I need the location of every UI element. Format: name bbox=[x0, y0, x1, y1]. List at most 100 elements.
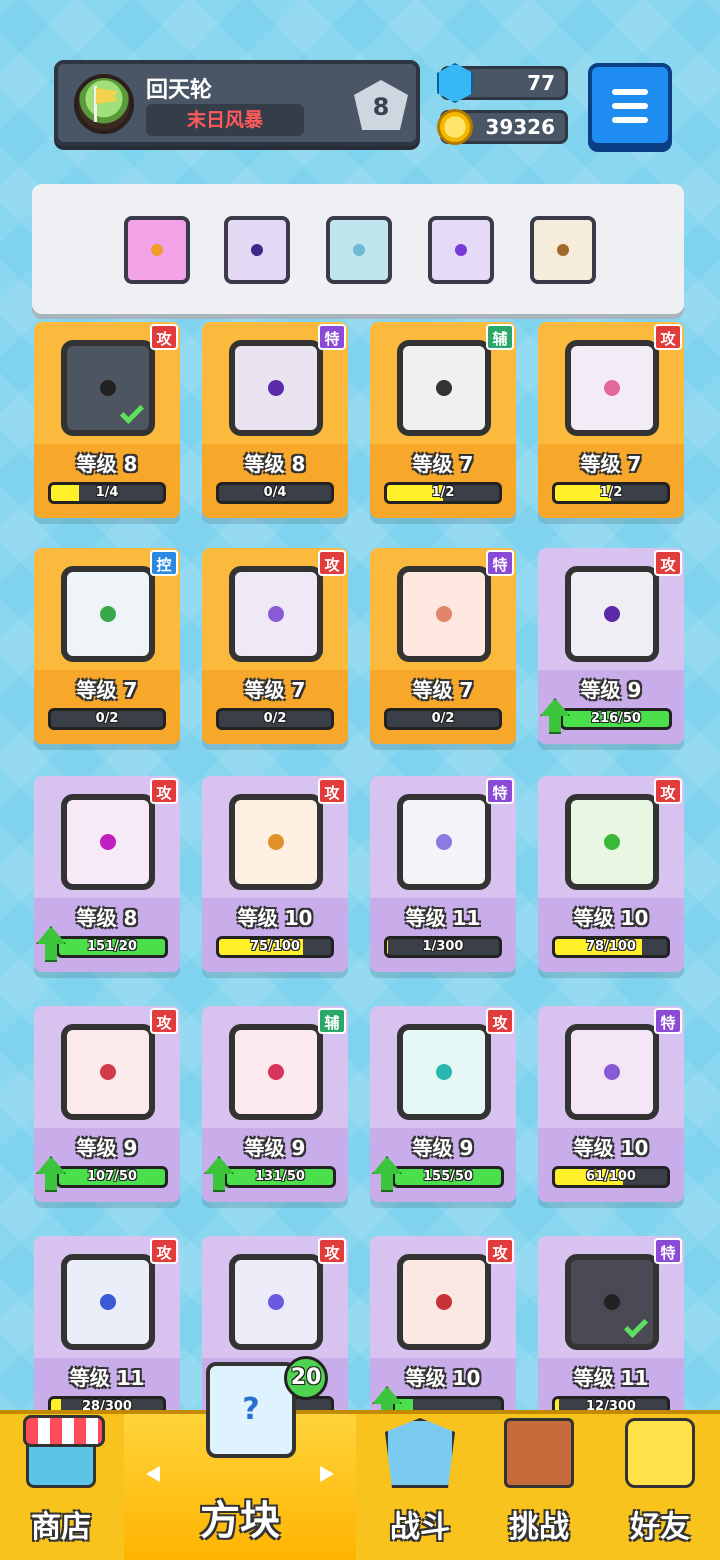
progress-text: 107/50 bbox=[87, 1169, 137, 1184]
pip-icon bbox=[251, 244, 263, 256]
progress-bar: 78/100 bbox=[552, 936, 670, 958]
energy-dice-icon[interactable] bbox=[428, 216, 494, 284]
progress-text: 1/300 bbox=[422, 939, 464, 954]
level-label: 等级 8 bbox=[76, 906, 138, 930]
dice-card[interactable]: 攻等级 7 0/2 bbox=[202, 548, 348, 744]
dice-card[interactable]: 攻等级 11 28/300 bbox=[34, 1236, 180, 1412]
dice-card[interactable]: 攻等级 10 78/100 bbox=[538, 776, 684, 972]
mystery-cube-icon[interactable]: ? bbox=[206, 1362, 296, 1458]
type-tag: 攻 bbox=[318, 1238, 346, 1264]
progress-bar: 0/4 bbox=[216, 482, 334, 504]
prev-arrow-icon[interactable] bbox=[146, 1466, 160, 1482]
dice-card[interactable]: 攻等级 7 1/2 bbox=[538, 322, 684, 518]
dice-card[interactable]: 特等级 7 0/2 bbox=[370, 548, 516, 744]
menu-button[interactable] bbox=[588, 63, 672, 147]
progress-bar: 0/2 bbox=[216, 708, 334, 730]
dice-art-icon bbox=[565, 1254, 659, 1350]
nav-battle[interactable]: 战斗 bbox=[360, 1414, 480, 1560]
progress-text: 61/100 bbox=[586, 1169, 636, 1184]
pip-icon bbox=[604, 834, 620, 850]
bottom-nav: 商店 方块 战斗 挑战 好友 bbox=[0, 1410, 720, 1560]
coin-counter[interactable]: 39326 bbox=[437, 109, 568, 145]
gem-icon bbox=[437, 63, 473, 103]
level-label: 等级 11 bbox=[573, 1366, 649, 1390]
progress-bar: 1/2 bbox=[384, 482, 502, 504]
nav-challenge[interactable]: 挑战 bbox=[480, 1414, 598, 1560]
progress-text: 151/20 bbox=[87, 939, 137, 954]
crack-dice-icon[interactable] bbox=[224, 216, 290, 284]
next-arrow-icon[interactable] bbox=[320, 1466, 334, 1482]
nav-friends-label: 好友 bbox=[630, 1510, 690, 1545]
level-label: 等级 10 bbox=[573, 1136, 649, 1160]
progress-bar: 75/100 bbox=[216, 936, 334, 958]
dice-card[interactable]: 特等级 11 1/300 bbox=[370, 776, 516, 972]
gem-count: 77 bbox=[527, 71, 555, 95]
pip-icon bbox=[604, 606, 620, 622]
dice-card[interactable]: 控等级 7 0/2 bbox=[34, 548, 180, 744]
progress-bar: 0/2 bbox=[384, 708, 502, 730]
dice-card[interactable]: 特等级 8 0/4 bbox=[202, 322, 348, 518]
pip-icon bbox=[557, 244, 569, 256]
sun-dice-icon[interactable] bbox=[124, 216, 190, 284]
type-tag: 攻 bbox=[150, 1008, 178, 1034]
pip-icon bbox=[604, 380, 620, 396]
pip-icon bbox=[100, 380, 116, 396]
deck-panel bbox=[32, 184, 684, 314]
dice-card[interactable]: 攻等级 10 75/100 bbox=[202, 776, 348, 972]
pip-icon bbox=[100, 1064, 116, 1080]
vortex-dice-icon[interactable] bbox=[326, 216, 392, 284]
level-label: 等级 7 bbox=[412, 452, 474, 476]
level-label: 等级 11 bbox=[405, 906, 481, 930]
pip-icon bbox=[100, 834, 116, 850]
dice-count-badge: 20 bbox=[284, 1356, 328, 1400]
mystery-dice-icon[interactable] bbox=[530, 216, 596, 284]
level-label: 等级 7 bbox=[412, 678, 474, 702]
pip-icon bbox=[436, 834, 452, 850]
dice-card[interactable]: 特等级 10 61/100 bbox=[538, 1006, 684, 1202]
progress-text: 131/50 bbox=[255, 1169, 305, 1184]
type-tag: 特 bbox=[486, 778, 514, 804]
nav-shop-label: 商店 bbox=[31, 1510, 91, 1545]
nav-dice-label: 方块 bbox=[200, 1498, 280, 1544]
player-panel[interactable]: 回天轮 末日风暴 8 bbox=[54, 60, 420, 146]
avatar-flag-icon bbox=[74, 74, 134, 134]
type-tag: 攻 bbox=[318, 550, 346, 576]
dice-art-icon bbox=[565, 340, 659, 436]
dice-card[interactable]: 攻等级 9 107/50 bbox=[34, 1006, 180, 1202]
dice-card[interactable]: 辅等级 9 131/50 bbox=[202, 1006, 348, 1202]
nav-shop[interactable]: 商店 bbox=[0, 1414, 122, 1560]
dice-art-icon bbox=[61, 1254, 155, 1350]
progress-text: 0/4 bbox=[263, 485, 287, 500]
dice-art-icon bbox=[397, 794, 491, 890]
shield-sword-icon bbox=[385, 1418, 455, 1488]
dice-card[interactable]: 攻等级 8 1/4 bbox=[34, 322, 180, 518]
dice-card[interactable]: 特等级 11 12/300 bbox=[538, 1236, 684, 1412]
pip-icon bbox=[436, 1064, 452, 1080]
progress-text: 1/4 bbox=[95, 485, 119, 500]
level-label: 等级 7 bbox=[244, 678, 306, 702]
dice-art-icon bbox=[229, 566, 323, 662]
pip-icon bbox=[268, 380, 284, 396]
progress-text: 0/2 bbox=[263, 711, 287, 726]
progress-bar: 151/20 bbox=[56, 936, 168, 958]
progress-text: 75/100 bbox=[250, 939, 300, 954]
friend-character-icon bbox=[625, 1418, 695, 1488]
dice-card[interactable]: 攻等级 8 151/20 bbox=[34, 776, 180, 972]
pip-icon bbox=[268, 834, 284, 850]
gem-counter[interactable]: 77 bbox=[437, 63, 568, 103]
dice-card[interactable]: 辅等级 7 1/2 bbox=[370, 322, 516, 518]
level-label: 等级 9 bbox=[580, 678, 642, 702]
progress-text: 155/50 bbox=[423, 1169, 473, 1184]
signpost-icon bbox=[504, 1418, 574, 1488]
dice-collection-grid: 攻等级 8 1/4 特等级 8 0/4 辅等级 7 1/2 攻等级 7 1/2 控等级 7 0/2… bbox=[0, 322, 720, 1412]
pip-icon bbox=[455, 244, 467, 256]
nav-friends[interactable]: 好友 bbox=[600, 1414, 720, 1560]
player-name: 回天轮 bbox=[146, 78, 213, 103]
type-tag: 攻 bbox=[150, 1238, 178, 1264]
progress-bar: 1/2 bbox=[552, 482, 670, 504]
dice-card[interactable]: 攻等级 9 155/50 bbox=[370, 1006, 516, 1202]
pip-icon bbox=[436, 606, 452, 622]
progress-bar: 107/50 bbox=[56, 1166, 168, 1188]
dice-card[interactable]: 攻等级 9 216/50 bbox=[538, 548, 684, 744]
dice-card[interactable]: 攻等级 10 bbox=[370, 1236, 516, 1412]
